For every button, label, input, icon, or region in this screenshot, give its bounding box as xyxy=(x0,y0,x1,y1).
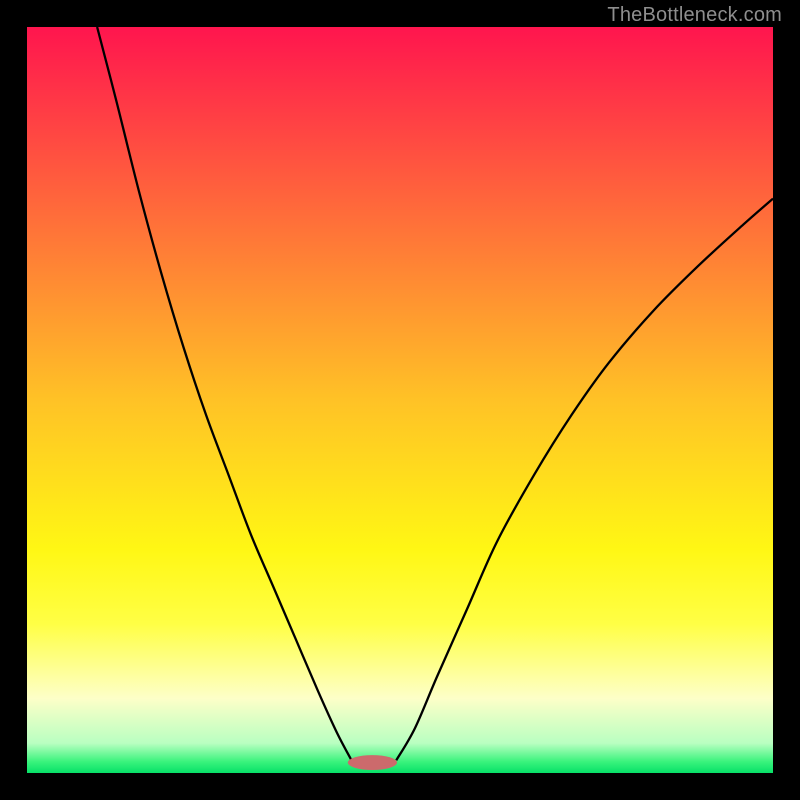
min-marker xyxy=(348,755,397,770)
chart-svg xyxy=(27,27,773,773)
watermark-text: TheBottleneck.com xyxy=(607,4,782,27)
frame: TheBottleneck.com xyxy=(0,0,800,800)
gradient-rect xyxy=(27,27,773,773)
plot-area xyxy=(27,27,773,773)
